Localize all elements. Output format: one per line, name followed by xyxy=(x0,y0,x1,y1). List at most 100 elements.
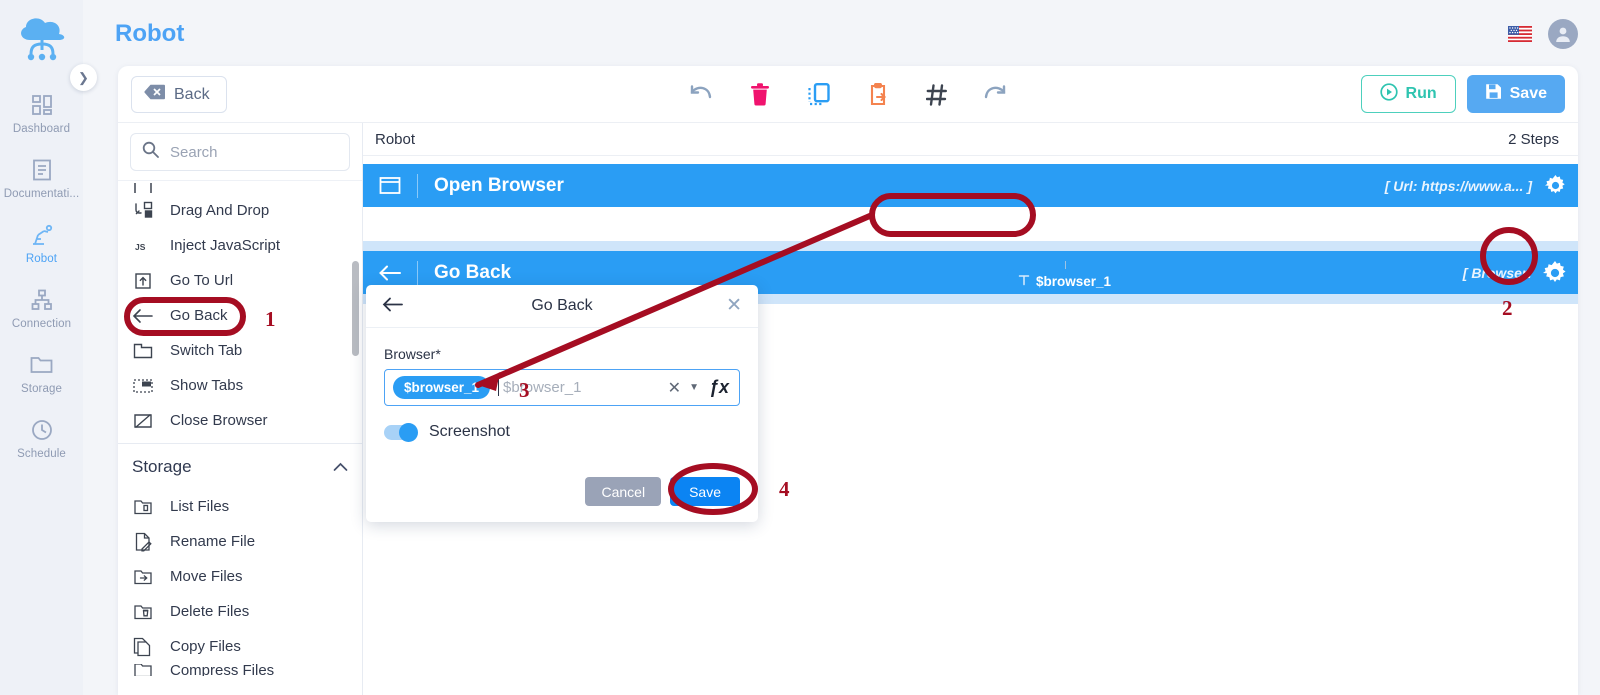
step-name-label: Open Browser xyxy=(434,174,564,196)
action-item-list-files[interactable]: List Files xyxy=(118,489,362,524)
chevron-down-icon[interactable]: ▼ xyxy=(689,382,699,393)
modal-title: Go Back xyxy=(531,297,593,314)
search-box[interactable] xyxy=(130,133,350,171)
action-item-compress-files[interactable]: Compress Files xyxy=(118,664,362,676)
action-item-inject-javascript[interactable]: JS Inject JavaScript xyxy=(118,228,362,263)
hash-icon[interactable] xyxy=(924,82,950,108)
action-panel: Drag And Drop JS Inject JavaScript Go To… xyxy=(118,123,363,695)
action-item-close-browser[interactable]: Close Browser xyxy=(118,403,362,438)
redo-icon[interactable] xyxy=(983,82,1009,108)
us-flag-icon[interactable] xyxy=(1508,26,1532,42)
robot-name-label: Robot xyxy=(375,130,416,148)
arrow-left-icon xyxy=(363,260,418,285)
copy-files-icon xyxy=(132,636,154,658)
svg-text:JS: JS xyxy=(135,242,146,252)
page-title: Robot xyxy=(115,20,185,47)
chevron-right-icon[interactable]: ❯ xyxy=(70,64,97,91)
action-item-go-to-url[interactable]: Go To Url xyxy=(118,263,362,298)
action-list: Drag And Drop JS Inject JavaScript Go To… xyxy=(118,181,362,695)
action-item-label: Drag And Drop xyxy=(170,202,270,219)
variable-chip-browser[interactable]: $browser_1 xyxy=(1006,261,1124,293)
variable-chip-label: $browser_1 xyxy=(1036,273,1112,289)
clock-icon xyxy=(29,417,55,443)
editor-body: Drag And Drop JS Inject JavaScript Go To… xyxy=(118,123,1578,695)
action-item-label: Go Back xyxy=(170,307,228,324)
list-files-icon xyxy=(132,496,154,518)
step-selected-band-top xyxy=(363,241,1578,251)
close-icon[interactable]: ✕ xyxy=(726,294,742,317)
sidebar-item-label: Storage xyxy=(21,383,62,395)
action-item-copy-files[interactable]: Copy Files xyxy=(118,629,362,664)
sidebar-item-label: Connection xyxy=(11,318,72,330)
browser-field-placeholder: $browser_1 xyxy=(503,379,582,396)
back-button[interactable]: Back xyxy=(131,76,227,113)
tab-icon xyxy=(132,340,154,362)
header-right-group xyxy=(1508,19,1578,49)
browser-value-chip[interactable]: $browser_1 xyxy=(393,376,491,399)
step-name-label: Go Back xyxy=(434,261,512,283)
fx-icon[interactable]: ƒx xyxy=(709,377,731,398)
browser-field-label: Browser* xyxy=(384,346,441,362)
step-params-label: [ Browser: xyxy=(1462,264,1532,281)
action-item-drag-and-drop[interactable]: Drag And Drop xyxy=(118,193,362,228)
modal-back-arrow-icon[interactable] xyxy=(382,296,404,318)
sidebar-item-robot[interactable]: Robot xyxy=(0,222,83,265)
list-item-partial[interactable] xyxy=(118,183,362,193)
cancel-button[interactable]: Cancel xyxy=(585,477,662,506)
sidebar-item-label: Documentati... xyxy=(3,188,80,200)
action-group-storage[interactable]: Storage xyxy=(118,443,362,489)
action-item-go-back[interactable]: Go Back xyxy=(118,298,362,333)
action-item-show-tabs[interactable]: Show Tabs xyxy=(118,368,362,403)
sitemap-icon xyxy=(29,287,55,313)
dashboard-grid-icon xyxy=(29,92,55,118)
search-wrapper xyxy=(118,123,362,181)
action-group-label: Storage xyxy=(132,456,192,476)
sidebar-item-storage[interactable]: Storage xyxy=(0,352,83,395)
delete-icon[interactable] xyxy=(747,82,773,108)
paste-icon[interactable] xyxy=(865,82,891,108)
user-avatar-icon[interactable] xyxy=(1548,19,1578,49)
run-button[interactable]: Run xyxy=(1360,75,1456,113)
save-button[interactable]: Save xyxy=(1466,75,1565,113)
chevron-up-icon[interactable] xyxy=(333,459,348,475)
sidebar-item-label: Schedule xyxy=(17,448,66,460)
search-input[interactable] xyxy=(168,142,338,162)
action-item-label: Switch Tab xyxy=(170,342,243,359)
go-back-step-gear[interactable] xyxy=(1532,260,1578,285)
browser-field[interactable]: $browser_1 $browser_1 ✕ ▼ ƒx xyxy=(384,369,740,406)
action-list-scrollbar[interactable] xyxy=(352,261,359,356)
screenshot-toggle-label: Screenshot xyxy=(429,423,510,440)
sidebar-item-connection[interactable]: Connection xyxy=(0,287,83,330)
action-item-label: Show Tabs xyxy=(170,377,244,394)
arrow-left-icon xyxy=(132,305,154,327)
left-rail: Dashboard Documentati... Robot Connectio… xyxy=(0,0,83,695)
rename-file-icon xyxy=(132,531,154,553)
text-caret xyxy=(498,379,500,396)
copy-icon[interactable] xyxy=(806,82,832,108)
delete-files-icon xyxy=(132,601,154,623)
modal-header: Go Back ✕ xyxy=(366,285,758,328)
action-item-move-files[interactable]: Move Files xyxy=(118,559,362,594)
gear-icon[interactable] xyxy=(1532,175,1578,196)
sidebar-item-schedule[interactable]: Schedule xyxy=(0,417,83,460)
canvas-header: Robot 2 Steps xyxy=(363,123,1578,156)
sidebar-item-documentation[interactable]: Documentati... xyxy=(0,157,83,200)
action-item-rename-file[interactable]: Rename File xyxy=(118,524,362,559)
save-button-label: Save xyxy=(1509,85,1547,102)
undo-icon[interactable] xyxy=(688,82,714,108)
screenshot-toggle[interactable] xyxy=(384,422,418,442)
play-circle-icon xyxy=(1379,82,1398,106)
move-files-icon xyxy=(132,566,154,588)
modal-save-button[interactable]: Save xyxy=(670,477,740,506)
tabs-dashed-icon xyxy=(132,375,154,397)
cloud-robot-logo[interactable] xyxy=(12,10,72,70)
sidebar-item-dashboard[interactable]: Dashboard xyxy=(0,92,83,135)
close-browser-icon xyxy=(132,410,154,432)
action-item-switch-tab[interactable]: Switch Tab xyxy=(118,333,362,368)
action-item-label: Inject JavaScript xyxy=(170,237,281,254)
toolbar-right-group: Run Save xyxy=(1360,75,1565,113)
clear-x-icon[interactable]: ✕ xyxy=(668,378,681,398)
action-item-delete-files[interactable]: Delete Files xyxy=(118,594,362,629)
drag-drop-icon xyxy=(132,200,154,222)
step-row-open-browser[interactable]: Open Browser [ Url: https://www.a... ] xyxy=(363,164,1578,207)
